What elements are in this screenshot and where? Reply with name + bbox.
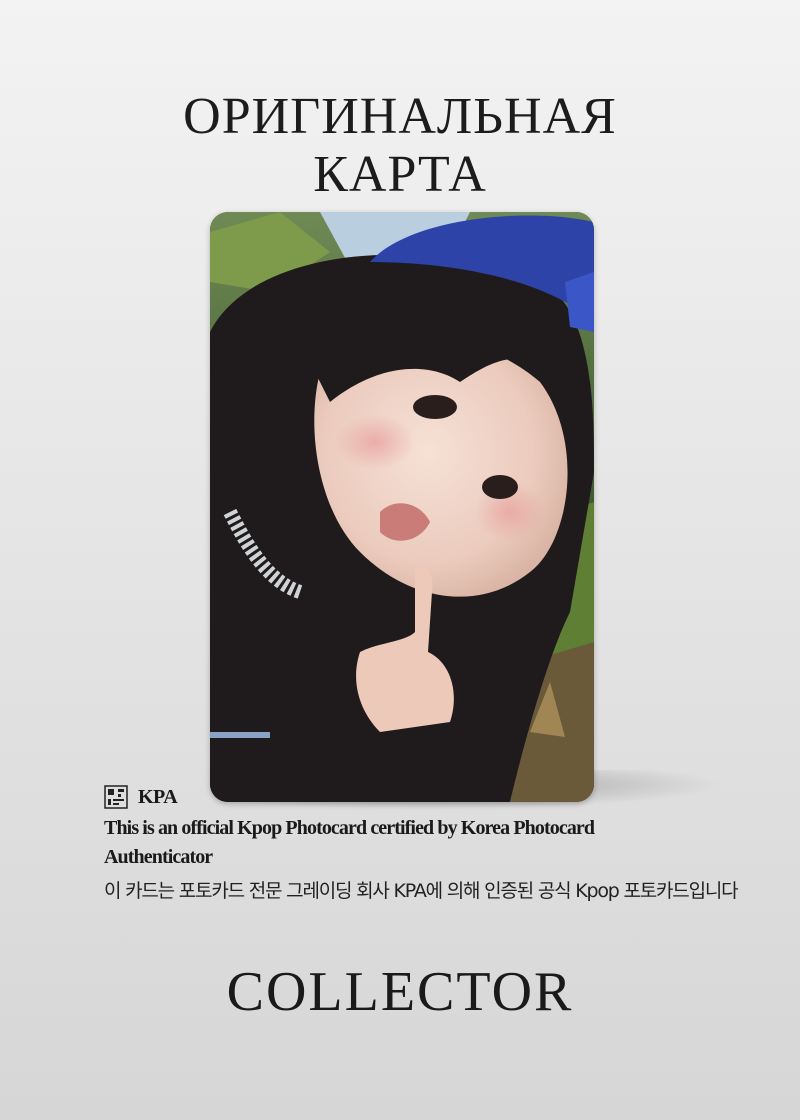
- certification-text-en: This is an official Kpop Photocard certi…: [104, 817, 595, 868]
- kpa-logo-icon: [104, 785, 128, 809]
- collector-label: COLLECTOR: [226, 961, 574, 1023]
- kpa-brand-name: KPA: [138, 785, 178, 808]
- page-title: ОРИГИНАЛЬНАЯ КАРТА: [0, 88, 800, 204]
- kpa-brand-row: KPA: [104, 784, 178, 810]
- photocard-image: [210, 212, 594, 802]
- title-line-2: КАРТА: [313, 146, 487, 203]
- title-line-1: ОРИГИНАЛЬНАЯ: [183, 88, 617, 145]
- certification-text-ko: 이 카드는 포토카드 전문 그레이딩 회사 KPA에 의해 인증된 공식 Kpo…: [104, 880, 739, 902]
- photocard: [210, 212, 594, 802]
